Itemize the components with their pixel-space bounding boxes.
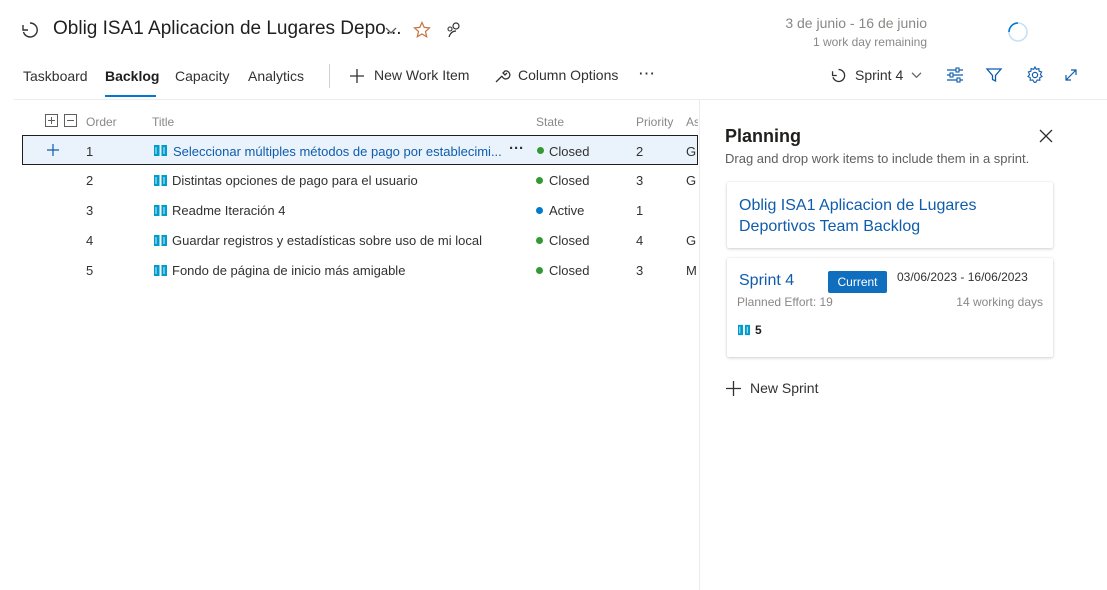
planning-subtitle: Drag and drop work items to include them…: [725, 151, 1030, 166]
row-title[interactable]: Fondo de página de inicio más amigable: [172, 263, 405, 278]
row-state: Closed: [549, 263, 590, 278]
sprint-date-range: 3 de junio - 16 de junio: [785, 15, 927, 31]
state-dot: [537, 147, 544, 154]
row-assigned: M: [686, 263, 696, 278]
row-title[interactable]: Guardar registros y estadísticas sobre u…: [172, 233, 482, 248]
team-members-icon[interactable]: [446, 21, 464, 39]
row-title[interactable]: Readme Iteración 4: [172, 203, 285, 218]
row-title-link[interactable]: Seleccionar múltiples métodos de pago po…: [173, 144, 502, 159]
planning-title: Planning: [725, 126, 801, 146]
column-header-order[interactable]: Order: [86, 115, 117, 129]
new-sprint-button[interactable]: New Sprint: [750, 380, 818, 396]
table-row[interactable]: 1 Seleccionar múltiples métodos de pago …: [22, 135, 698, 165]
team-backlog-link[interactable]: Oblig ISA1 Aplicacion de Lugares Deporti…: [739, 195, 1029, 237]
chevron-down-icon[interactable]: [910, 71, 923, 80]
gear-icon[interactable]: [1025, 65, 1045, 85]
column-header-state[interactable]: State: [536, 115, 564, 129]
expand-all-icon[interactable]: [45, 114, 58, 127]
row-state: Closed: [549, 173, 590, 188]
row-assigned: G: [686, 233, 696, 248]
row-order: 2: [86, 173, 94, 188]
sprint-item-count: 5: [755, 323, 762, 337]
state-dot: [536, 267, 543, 274]
tab-backlog[interactable]: Backlog: [105, 68, 159, 84]
row-priority: 4: [636, 233, 644, 248]
table-row[interactable]: 3 Readme Iteración 4 Active 1: [22, 195, 698, 225]
settings-sliders-icon[interactable]: [945, 66, 965, 84]
star-icon[interactable]: [413, 21, 431, 39]
plus-icon[interactable]: [348, 67, 366, 85]
plus-icon[interactable]: [725, 380, 742, 397]
product-backlog-item-icon: [153, 174, 168, 187]
row-priority: 3: [636, 173, 644, 188]
collapse-all-icon[interactable]: [64, 114, 77, 127]
sprint-cycle-icon: [830, 67, 847, 84]
table-row[interactable]: 5 Fondo de página de inicio más amigable…: [22, 255, 698, 285]
state-dot: [536, 177, 543, 184]
page-title[interactable]: Oblig ISA1 Aplicacion de Lugares Depo...: [53, 18, 402, 40]
sprint-card-dates: 03/06/2023 - 16/06/2023: [897, 270, 1028, 284]
tab-analytics[interactable]: Analytics: [248, 68, 304, 84]
working-days: 14 working days: [956, 295, 1043, 309]
tab-capacity[interactable]: Capacity: [175, 68, 229, 84]
toolbar-divider: [329, 64, 330, 88]
column-header-title[interactable]: Title: [152, 115, 174, 129]
sprint-cycle-icon: [20, 20, 40, 40]
planned-effort: Planned Effort: 19: [737, 295, 833, 309]
wrench-icon[interactable]: [493, 67, 511, 85]
sprint-days-remaining: 1 work day remaining: [812, 35, 927, 49]
close-icon[interactable]: [1039, 129, 1053, 143]
row-state: Active: [549, 203, 585, 218]
state-dot: [536, 207, 543, 214]
row-more-button[interactable]: ···: [509, 140, 524, 157]
more-actions-button[interactable]: ⋯: [638, 64, 655, 84]
product-backlog-item-icon: [153, 234, 168, 247]
row-state: Closed: [549, 233, 590, 248]
sprint-selector[interactable]: Sprint 4: [855, 67, 903, 83]
row-state: Closed: [549, 144, 590, 159]
row-priority: 2: [636, 144, 644, 159]
row-priority: 3: [636, 263, 644, 278]
row-order: 5: [86, 263, 94, 278]
product-backlog-item-icon: [153, 204, 168, 217]
sprint-name-link[interactable]: Sprint 4: [739, 272, 794, 290]
chevron-down-icon[interactable]: [384, 26, 398, 36]
column-options-button[interactable]: Column Options: [518, 67, 618, 83]
expand-fullscreen-icon[interactable]: [1063, 67, 1079, 83]
filter-icon[interactable]: [985, 66, 1003, 84]
loading-spinner-icon: [1007, 21, 1029, 43]
active-tab-indicator: [105, 95, 156, 97]
row-title[interactable]: Distintas opciones de pago para el usuar…: [172, 173, 418, 188]
row-assigned: G: [686, 173, 696, 188]
column-header-priority[interactable]: Priority: [636, 115, 673, 129]
column-header-assigned[interactable]: As: [686, 115, 698, 129]
add-child-icon[interactable]: [46, 143, 60, 157]
row-order: 4: [86, 233, 94, 248]
product-backlog-item-icon: [153, 144, 168, 157]
row-assigned: G: [686, 144, 696, 159]
row-order: 1: [86, 144, 94, 159]
current-sprint-badge: Current: [828, 271, 887, 293]
table-row[interactable]: 2 Distintas opciones de pago para el usu…: [22, 165, 698, 195]
state-dot: [536, 237, 543, 244]
tab-taskboard[interactable]: Taskboard: [23, 68, 88, 84]
product-backlog-item-icon: [737, 324, 751, 336]
row-priority: 1: [636, 203, 644, 218]
product-backlog-item-icon: [153, 264, 168, 277]
row-order: 3: [86, 203, 94, 218]
table-row[interactable]: 4 Guardar registros y estadísticas sobre…: [22, 225, 698, 255]
new-work-item-button[interactable]: New Work Item: [374, 67, 469, 83]
